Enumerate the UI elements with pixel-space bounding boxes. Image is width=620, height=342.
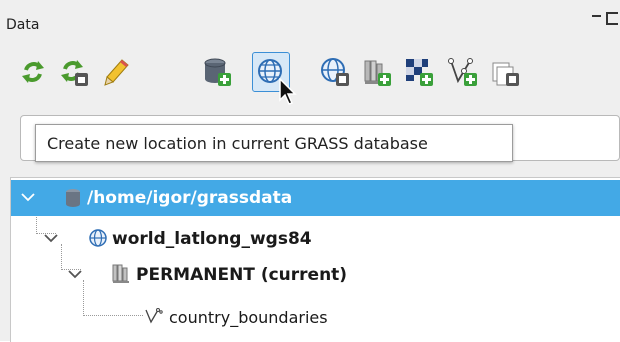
mouse-cursor-icon: [279, 78, 297, 105]
reload-mapset-button[interactable]: [56, 52, 94, 92]
tree-item-database[interactable]: /home/igor/grassdata: [11, 180, 620, 216]
mapset-label: PERMANENT (current): [136, 265, 348, 285]
add-database-button[interactable]: [198, 52, 236, 92]
tree-item-vector[interactable]: country_boundaries: [11, 300, 620, 336]
database-label: /home/igor/grassdata: [87, 188, 293, 208]
download-location-button[interactable]: [316, 52, 354, 92]
database-icon: [66, 189, 80, 207]
chevron-down-icon[interactable]: [68, 269, 82, 279]
link-layer-icon: [492, 62, 519, 86]
link-layer-button[interactable]: [486, 52, 524, 92]
panel-title: Data: [6, 17, 40, 33]
create-mapset-button[interactable]: [358, 52, 396, 92]
window-controls: [590, 6, 620, 32]
import-raster-button[interactable]: [400, 52, 438, 92]
import-vector-icon: [448, 58, 477, 86]
panel-titlebar: Data: [0, 0, 620, 38]
tooltip-text: Create new location in current GRASS dat…: [47, 134, 428, 153]
location-label: world_latlong_wgs84: [112, 229, 312, 249]
import-raster-icon: [406, 59, 433, 86]
tooltip: Create new location in current GRASS dat…: [35, 124, 513, 162]
tree-item-location[interactable]: world_latlong_wgs84: [11, 221, 620, 257]
vector-map-icon: [145, 308, 163, 324]
chevron-down-icon[interactable]: [21, 192, 35, 202]
create-mapset-icon: [364, 60, 391, 86]
reload-grass-db-icon: [22, 61, 44, 83]
edit-pencil-icon: [104, 59, 129, 86]
data-panel: Data Create new location in current GRAS…: [0, 0, 620, 342]
maximize-icon[interactable]: [606, 12, 618, 25]
download-location-icon: [321, 58, 349, 86]
mapset-icon: [112, 264, 129, 283]
tree-item-mapset[interactable]: PERMANENT (current): [11, 257, 620, 293]
add-database-icon: [204, 58, 231, 86]
data-tree: /home/igor/grassdata world_latlong_wgs84: [10, 177, 620, 342]
reload-mapset-icon: [61, 60, 88, 86]
minimize-icon[interactable]: [592, 15, 601, 17]
vector-label: country_boundaries: [169, 308, 328, 327]
edit-button[interactable]: [98, 52, 136, 92]
chevron-down-icon[interactable]: [44, 233, 58, 243]
reload-grass-db-button[interactable]: [14, 52, 52, 92]
import-vector-button[interactable]: [444, 52, 482, 92]
data-toolbar: [0, 48, 620, 98]
globe-icon: [89, 229, 107, 247]
